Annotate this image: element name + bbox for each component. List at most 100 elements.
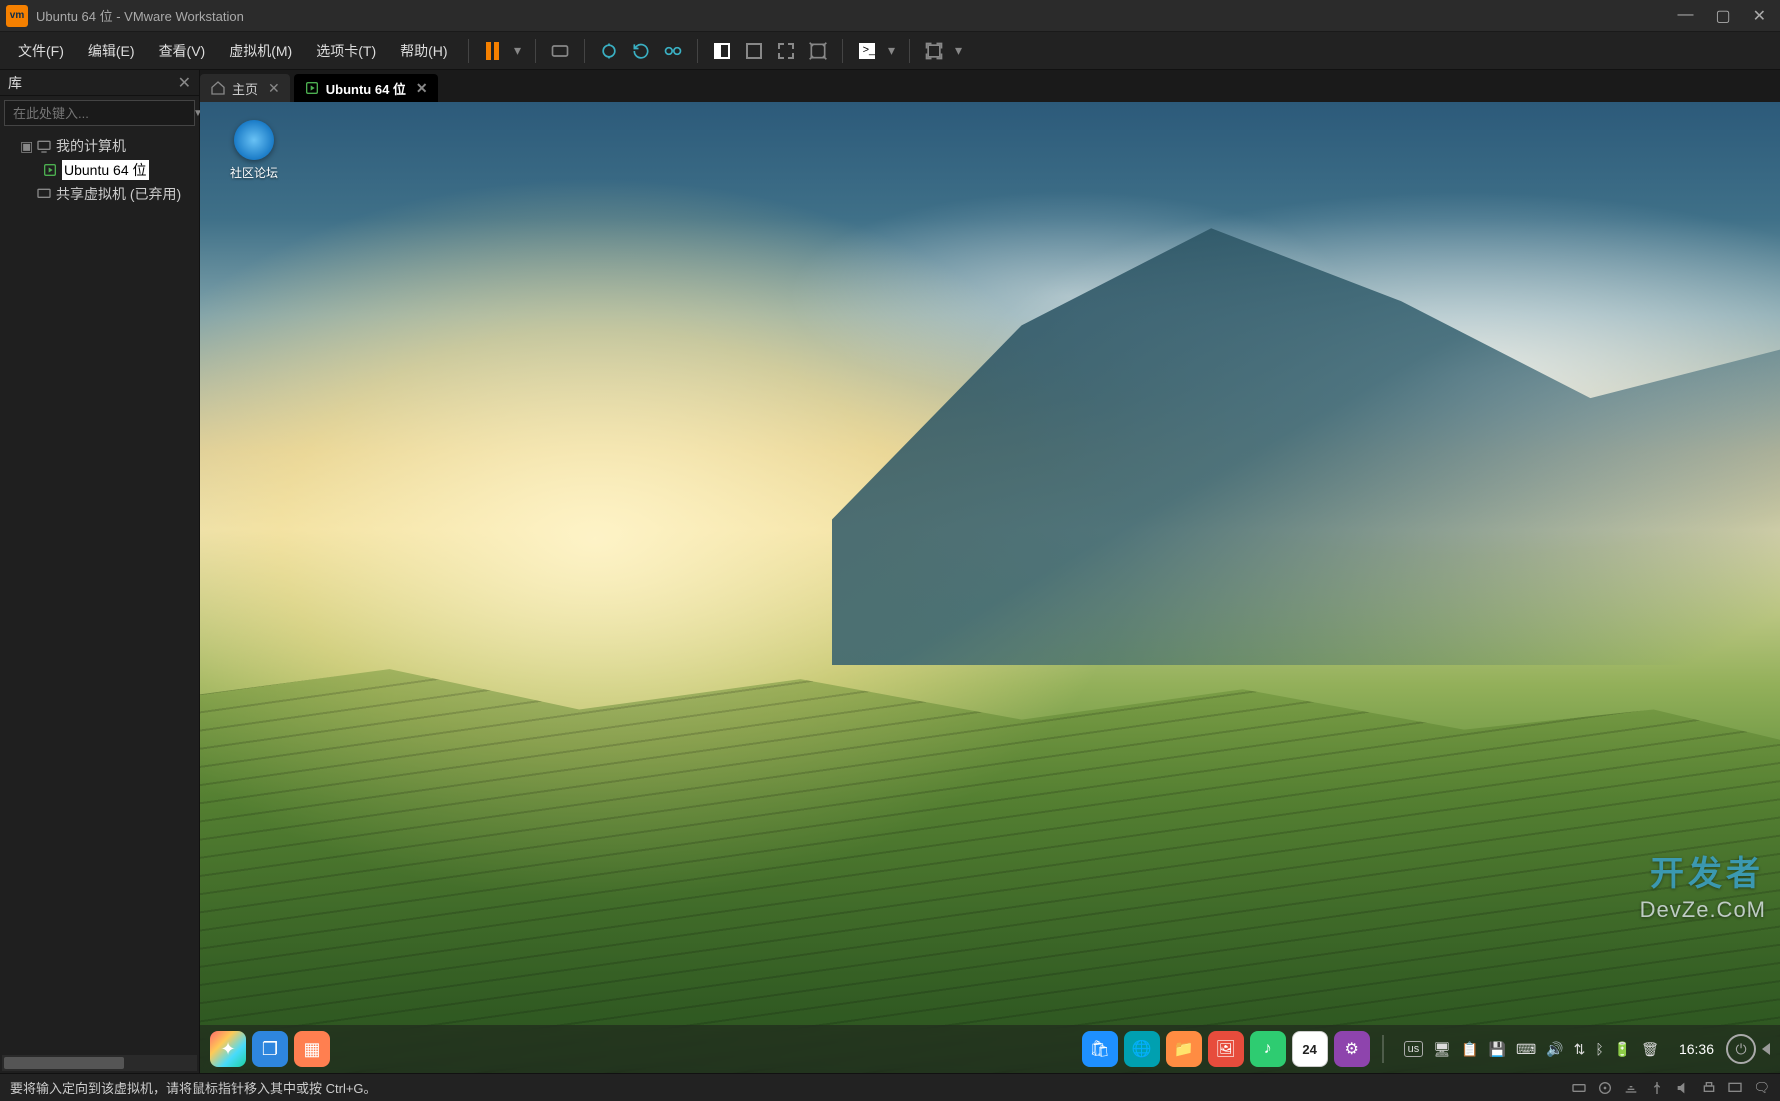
status-network-icon[interactable] [1623,1080,1639,1096]
menu-view[interactable]: 查看(V) [149,37,216,65]
deepin-dock: ✦ ❐ ▦ 🛍 🌐 📁 🖼 ♪ 24 ⚙ us 🖥 📋 💾 ⌨ 🔊 [200,1025,1780,1073]
tab-label: Ubuntu 64 位 [326,79,406,98]
status-device-icons: 🗨 [1571,1080,1770,1096]
snapshot-take-button[interactable] [595,37,623,65]
deepin-logo-icon [234,120,274,160]
desktop-icon-label: 社区论坛 [222,164,286,181]
separator [468,39,469,63]
menu-vm[interactable]: 虚拟机(M) [219,37,302,65]
fullscreen-dropdown-button[interactable]: ▾ [952,37,966,65]
tree-shared-vms[interactable]: 共享虚拟机 (已弃用) [2,182,197,206]
snapshot-revert-button[interactable] [627,37,655,65]
unity-dropdown-button[interactable]: ▾ [885,37,899,65]
dock-power-button[interactable]: ⏻ [1726,1034,1756,1064]
status-display-icon[interactable] [1727,1080,1743,1096]
separator [842,39,843,63]
dock-app-music[interactable]: ♪ [1250,1031,1286,1067]
expand-icon: ▣ [20,138,32,155]
unity-mode-button[interactable]: >_ [853,37,881,65]
view-console-button[interactable] [708,37,736,65]
shared-icon [36,186,52,202]
separator [584,39,585,63]
snapshot-manager-button[interactable] [659,37,687,65]
tab-close-button[interactable]: ✕ [416,80,428,97]
main-area: 主页 ✕ Ubuntu 64 位 ✕ 社区论坛 开发者 DevZe.CoM ✦ [200,70,1780,1073]
tray-battery-icon[interactable]: 🔋 [1614,1041,1631,1058]
dock-showdesktop-button[interactable]: ▦ [294,1031,330,1067]
tray-network-icon[interactable]: ⇅ [1574,1041,1586,1058]
send-ctrl-alt-del-button[interactable] [546,37,574,65]
tray-disk-icon[interactable]: 💾 [1489,1041,1506,1058]
view-thumbnail-button[interactable] [740,37,768,65]
dock-multitask-button[interactable]: ❐ [252,1031,288,1067]
dock-app-photos[interactable]: 🖼 [1208,1031,1244,1067]
window-maximize-button[interactable]: ▢ [1715,6,1730,26]
status-hint: 要将输入定向到该虚拟机，请将鼠标指针移入其中或按 Ctrl+G。 [10,1078,377,1097]
tab-home[interactable]: 主页 ✕ [200,74,290,102]
window-titlebar: vm Ubuntu 64 位 - VMware Workstation — ▢ … [0,0,1780,32]
status-usb-icon[interactable] [1649,1080,1665,1096]
menu-file[interactable]: 文件(F) [8,37,74,65]
library-title: 库 [8,73,22,93]
library-search[interactable]: ▼ [4,100,195,126]
desktop-icon-forum[interactable]: 社区论坛 [222,120,286,181]
dock-separator [1382,1035,1384,1063]
vm-running-icon [42,162,58,178]
view-stretch-button[interactable] [804,37,832,65]
tray-volume-icon[interactable]: 🔊 [1546,1041,1563,1058]
tree-label: 我的计算机 [56,136,126,156]
guest-vm-viewport[interactable]: 社区论坛 开发者 DevZe.CoM ✦ ❐ ▦ 🛍 🌐 📁 🖼 ♪ 24 ⚙ [200,102,1780,1073]
pause-icon [486,42,499,60]
tab-label: 主页 [232,79,258,98]
power-dropdown-button[interactable]: ▾ [511,37,525,65]
tab-close-button[interactable]: ✕ [268,80,280,97]
status-message-icon[interactable]: 🗨 [1753,1080,1770,1096]
tray-clipboard-icon[interactable]: 📋 [1461,1041,1478,1058]
menu-help[interactable]: 帮助(H) [390,37,457,65]
tab-ubuntu-vm[interactable]: Ubuntu 64 位 ✕ [294,74,438,102]
vmware-status-bar: 要将输入定向到该虚拟机，请将鼠标指针移入其中或按 Ctrl+G。 🗨 [0,1073,1780,1101]
library-header: 库 ✕ [0,70,199,96]
separator [535,39,536,63]
dock-clock[interactable]: 16:36 [1673,1041,1720,1057]
status-printer-icon[interactable] [1701,1080,1717,1096]
tree-my-computer[interactable]: ▣ 我的计算机 [2,134,197,158]
fullscreen-button[interactable] [920,37,948,65]
library-tree: ▣ 我的计算机 Ubuntu 64 位 共享虚拟机 (已弃用) [0,130,199,1053]
tray-trash-icon[interactable]: 🗑 [1641,1041,1659,1058]
dock-app-browser[interactable]: 🌐 [1124,1031,1160,1067]
scrollbar-thumb[interactable] [4,1057,124,1069]
dock-collapse-button[interactable] [1762,1043,1770,1055]
separator [697,39,698,63]
window-title: Ubuntu 64 位 - VMware Workstation [36,6,244,25]
home-icon [210,80,226,96]
dock-tray: us 🖥 📋 💾 ⌨ 🔊 ⇅ ᛒ 🔋 🗑 [1396,1041,1667,1058]
tree-label: 共享虚拟机 (已弃用) [56,184,181,204]
view-fit-button[interactable] [772,37,800,65]
tray-keyboard-icon[interactable]: ⌨ [1516,1041,1536,1058]
status-sound-icon[interactable] [1675,1080,1691,1096]
library-panel: 库 ✕ ▼ ▣ 我的计算机 Ubuntu 64 位 共享虚拟机 (已弃用) [0,70,200,1073]
tree-vm-ubuntu[interactable]: Ubuntu 64 位 [2,158,197,182]
library-close-button[interactable]: ✕ [178,73,191,93]
window-minimize-button[interactable]: — [1677,6,1693,26]
status-hdd-icon[interactable] [1571,1080,1587,1096]
dock-app-settings[interactable]: ⚙ [1334,1031,1370,1067]
window-close-button[interactable]: ✕ [1753,6,1766,26]
pause-vm-button[interactable] [479,37,507,65]
dock-app-files[interactable]: 📁 [1166,1031,1202,1067]
library-scrollbar[interactable] [2,1055,197,1071]
status-cd-icon[interactable] [1597,1080,1613,1096]
tree-label: Ubuntu 64 位 [62,160,149,180]
tray-bluetooth-icon[interactable]: ᛒ [1595,1041,1603,1057]
watermark-en: DevZe.CoM [1640,897,1766,923]
tray-ime-indicator[interactable]: us [1404,1041,1424,1057]
dock-app-calendar[interactable]: 24 [1292,1031,1328,1067]
library-search-input[interactable] [9,106,193,121]
menu-edit[interactable]: 编辑(E) [78,37,145,65]
menu-tabs[interactable]: 选项卡(T) [306,37,386,65]
dock-app-appstore[interactable]: 🛍 [1082,1031,1118,1067]
tray-monitor-icon[interactable]: 🖥 [1433,1041,1451,1058]
vmware-logo-icon: vm [6,5,28,27]
dock-launcher-button[interactable]: ✦ [210,1031,246,1067]
